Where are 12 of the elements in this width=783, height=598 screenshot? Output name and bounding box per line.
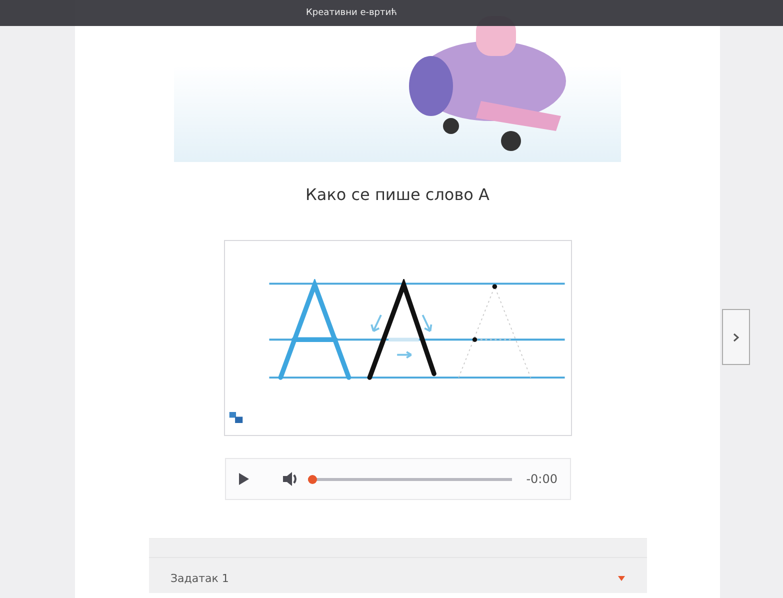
play-button[interactable] bbox=[238, 472, 250, 486]
task-title: Задатак 1 bbox=[170, 572, 229, 585]
volume-button[interactable] bbox=[282, 471, 300, 487]
chevron-right-icon bbox=[733, 332, 739, 342]
time-remaining: -0:00 bbox=[526, 472, 558, 486]
play-icon bbox=[238, 472, 250, 486]
next-button[interactable] bbox=[722, 309, 750, 365]
section-heading: Како се пише слово А bbox=[306, 185, 490, 204]
site-title: Креативни е-вртић bbox=[306, 8, 397, 18]
progress-thumb[interactable] bbox=[308, 474, 316, 484]
speaker-icon bbox=[282, 471, 300, 487]
publisher-logo-icon bbox=[228, 412, 242, 423]
